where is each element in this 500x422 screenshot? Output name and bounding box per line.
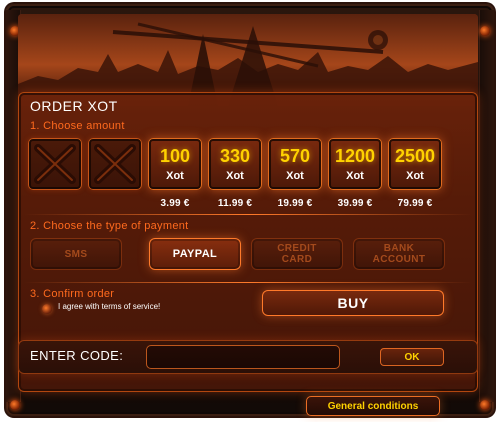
price-label: 11.99 € [217,198,253,209]
price-label: 79.99 € [397,198,433,209]
frame-corner-light-icon [480,26,490,36]
step-choose-payment: 2. Choose the type of payment [30,220,189,232]
amount-tile-570[interactable]: 570 Xot [268,138,322,190]
step-confirm-order: 3. Confirm order [30,288,115,300]
ok-button[interactable]: OK [380,348,444,366]
amount-tile-empty[interactable] [28,138,82,190]
amount-value: 1200 [334,146,376,166]
amount-value: 100 [159,146,191,166]
amount-tile-100[interactable]: 100 Xot [148,138,202,190]
amount-currency: Xot [166,170,184,182]
payment-method-label: BANK ACCOUNT [372,243,426,265]
x-slot-icon [94,144,136,184]
general-conditions-button[interactable]: General conditions [306,396,440,416]
step-choose-amount: 1. Choose amount [30,120,125,132]
amount-currency: Xot [226,170,244,182]
buy-button[interactable]: BUY [262,290,444,316]
enter-code-input[interactable] [146,345,340,369]
payment-method-label: SMS [64,248,88,260]
terms-checkbox-label[interactable]: I agree with terms of service! [58,302,160,311]
payment-method-credit-card[interactable]: CREDIT CARD [251,238,343,270]
amount-currency: Xot [346,170,364,182]
amount-value: 330 [219,146,251,166]
section-divider [24,214,472,215]
frame-right-edge [479,10,494,402]
amount-tile-2500[interactable]: 2500 Xot [388,138,442,190]
amount-currency: Xot [286,170,304,182]
enter-code-bar: ENTER CODE: OK [18,340,478,374]
amount-value: 2500 [394,146,436,166]
price-label: 19.99 € [277,198,313,209]
payment-method-sms[interactable]: SMS [30,238,122,270]
section-divider [24,282,472,283]
amount-currency: Xot [406,170,424,182]
x-slot-icon [34,144,76,184]
payment-method-label: PAYPAL [172,247,218,260]
price-label: 3.99 € [160,198,190,209]
amount-tile-empty[interactable] [88,138,142,190]
payment-method-label: CREDIT CARD [277,243,317,265]
enter-code-label: ENTER CODE: [30,348,124,363]
page-title: ORDER XOT [30,98,118,114]
payment-method-paypal[interactable]: PAYPAL [149,238,241,270]
frame-corner-light-icon [480,400,490,410]
payment-method-bank-account[interactable]: BANK ACCOUNT [353,238,445,270]
radio-button-icon[interactable] [42,304,52,314]
amount-tile-330[interactable]: 330 Xot [208,138,262,190]
amount-tile-1200[interactable]: 1200 Xot [328,138,382,190]
amount-value: 570 [279,146,311,166]
frame-corner-light-icon [10,400,20,410]
price-label: 39.99 € [337,198,373,209]
